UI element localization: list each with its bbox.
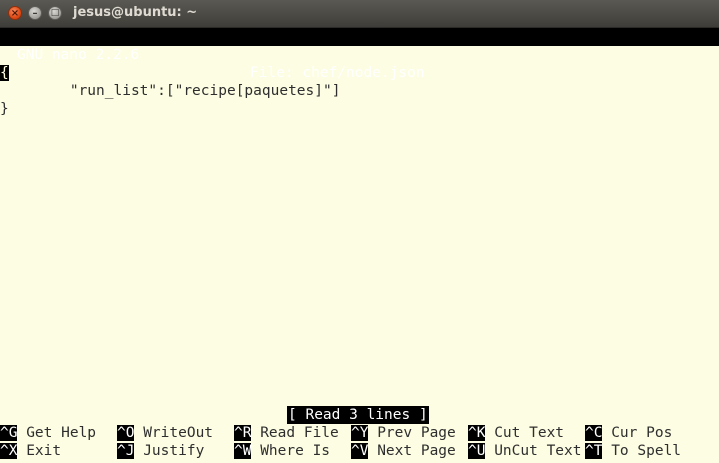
- shortcut-key: ^X: [0, 443, 18, 459]
- nano-header-bar: GNU nano 2.2.6 File: chef/node.json: [0, 28, 719, 81]
- maximize-window-button[interactable]: □: [48, 6, 62, 20]
- shortcut-label: Exit: [17, 443, 62, 459]
- shortcut-uncut-text[interactable]: ^U UnCut Text: [468, 442, 582, 460]
- close-icon: ×: [10, 8, 20, 19]
- shortcut-key: ^G: [0, 425, 18, 441]
- nano-version: GNU nano 2.2.6: [17, 47, 140, 63]
- shortcut-label: Cur Pos: [602, 425, 673, 441]
- shortcut-label: Read File: [251, 425, 339, 441]
- shortcut-key: ^U: [468, 443, 486, 459]
- window-titlebar[interactable]: × – □ jesus@ubuntu: ~: [0, 0, 719, 28]
- shortcut-label: UnCut Text: [485, 443, 582, 459]
- shortcut-writeout[interactable]: ^O WriteOut: [117, 424, 213, 442]
- shortcut-label: Prev Page: [368, 425, 456, 441]
- shortcut-justify[interactable]: ^J Justify: [117, 442, 204, 460]
- status-message: [ Read 3 lines ]: [287, 406, 429, 424]
- text-cursor: {: [0, 65, 9, 81]
- shortcut-to-spell[interactable]: ^T To Spell: [585, 442, 681, 460]
- shortcut-label: Justify: [134, 443, 205, 459]
- shortcut-key: ^Y: [351, 425, 369, 441]
- shortcut-key: ^W: [234, 443, 252, 459]
- shortcut-key: ^C: [585, 425, 603, 441]
- shortcut-key: ^O: [117, 425, 135, 441]
- shortcut-get-help[interactable]: ^G Get Help: [0, 424, 96, 442]
- shortcut-key: ^V: [351, 443, 369, 459]
- shortcut-key: ^T: [585, 443, 603, 459]
- minimize-icon: –: [32, 8, 38, 19]
- terminal-window: × – □ jesus@ubuntu: ~ GNU nano 2.2.6 Fil…: [0, 0, 719, 463]
- shortcut-read-file[interactable]: ^R Read File: [234, 424, 339, 442]
- terminal-area[interactable]: GNU nano 2.2.6 File: chef/node.json { "r…: [0, 28, 719, 463]
- nano-file-name: File: chef/node.json: [250, 65, 425, 81]
- editor-line-2[interactable]: "run_list":["recipe[paquetes]"]: [0, 82, 341, 100]
- shortcut-key: ^K: [468, 425, 486, 441]
- shortcut-key: ^J: [117, 443, 135, 459]
- minimize-window-button[interactable]: –: [28, 6, 42, 20]
- shortcut-label: WriteOut: [134, 425, 214, 441]
- shortcut-label: Cut Text: [485, 425, 565, 441]
- shortcut-label: To Spell: [602, 443, 682, 459]
- shortcut-label: Get Help: [17, 425, 97, 441]
- editor-line-3[interactable]: }: [0, 100, 9, 118]
- window-title: jesus@ubuntu: ~: [73, 5, 198, 20]
- shortcut-prev-page[interactable]: ^Y Prev Page: [351, 424, 456, 442]
- shortcut-label: Next Page: [368, 443, 456, 459]
- shortcut-cut-text[interactable]: ^K Cut Text: [468, 424, 564, 442]
- shortcut-cur-pos[interactable]: ^C Cur Pos: [585, 424, 672, 442]
- shortcut-next-page[interactable]: ^V Next Page: [351, 442, 456, 460]
- close-window-button[interactable]: ×: [8, 6, 22, 20]
- shortcut-exit[interactable]: ^X Exit: [0, 442, 61, 460]
- shortcut-key: ^R: [234, 425, 252, 441]
- editor-line-1[interactable]: {: [0, 64, 9, 82]
- shortcut-label: Where Is: [251, 443, 331, 459]
- maximize-icon: □: [50, 8, 60, 18]
- shortcut-where-is[interactable]: ^W Where Is: [234, 442, 330, 460]
